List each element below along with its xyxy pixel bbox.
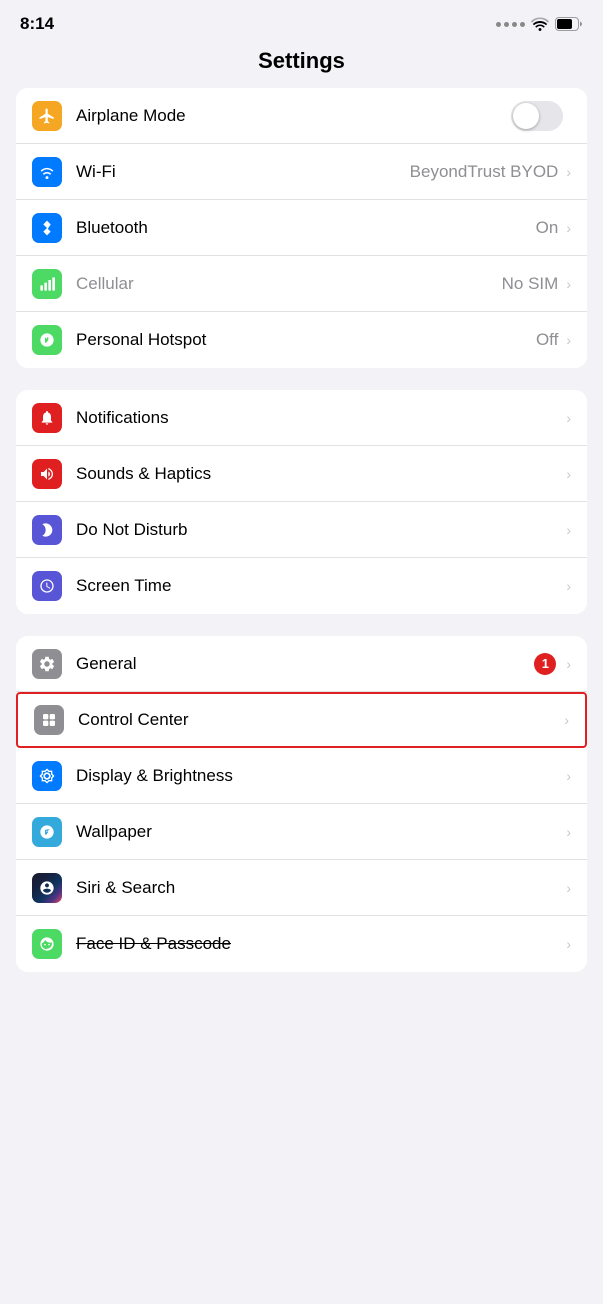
do-not-disturb-label: Do Not Disturb <box>76 520 564 540</box>
notifications-label: Notifications <box>76 408 564 428</box>
sounds-haptics-label: Sounds & Haptics <box>76 464 564 484</box>
control-center-icon <box>34 705 64 735</box>
display-brightness-label: Display & Brightness <box>76 766 564 786</box>
status-icons <box>496 17 583 31</box>
bluetooth-icon <box>32 213 62 243</box>
moon-icon <box>32 515 62 545</box>
airplane-mode-icon <box>32 101 62 131</box>
cellular-label: Cellular <box>76 274 502 294</box>
sidebar-item-bluetooth[interactable]: Bluetooth On › <box>16 200 587 256</box>
wallpaper-label: Wallpaper <box>76 822 564 842</box>
sidebar-item-face-id[interactable]: Face ID & Passcode › <box>16 916 587 972</box>
screentime-icon <box>32 571 62 601</box>
airplane-mode-toggle[interactable] <box>511 101 563 131</box>
sounds-icon <box>32 459 62 489</box>
sidebar-item-airplane-mode[interactable]: Airplane Mode <box>16 88 587 144</box>
sounds-haptics-chevron: › <box>566 466 571 482</box>
control-center-chevron: › <box>564 712 569 728</box>
settings-groups: Airplane Mode Wi-Fi BeyondTrust BYOD › <box>0 88 603 972</box>
sidebar-item-display-brightness[interactable]: Display & Brightness › <box>16 748 587 804</box>
battery-icon <box>555 17 583 31</box>
screen-time-label: Screen Time <box>76 576 564 596</box>
cellular-value: No SIM <box>502 274 559 294</box>
display-icon <box>32 761 62 791</box>
display-brightness-chevron: › <box>566 768 571 784</box>
cellular-icon <box>32 269 62 299</box>
bluetooth-value: On <box>536 218 559 238</box>
wifi-label: Wi-Fi <box>76 162 410 182</box>
siri-icon <box>32 873 62 903</box>
wifi-value: BeyondTrust BYOD <box>410 162 559 182</box>
siri-search-chevron: › <box>566 880 571 896</box>
sidebar-item-siri-search[interactable]: Siri & Search › <box>16 860 587 916</box>
sidebar-item-wallpaper[interactable]: Wallpaper › <box>16 804 587 860</box>
general-chevron: › <box>566 656 571 672</box>
wifi-status-icon <box>531 17 549 31</box>
notifications-chevron: › <box>566 410 571 426</box>
sidebar-item-sounds-haptics[interactable]: Sounds & Haptics › <box>16 446 587 502</box>
sidebar-item-cellular[interactable]: Cellular No SIM › <box>16 256 587 312</box>
personal-hotspot-value: Off <box>536 330 558 350</box>
bluetooth-chevron: › <box>566 220 571 236</box>
general-label: General <box>76 654 534 674</box>
sidebar-item-notifications[interactable]: Notifications › <box>16 390 587 446</box>
siri-search-label: Siri & Search <box>76 878 564 898</box>
faceid-icon <box>32 929 62 959</box>
notifications-group: Notifications › Sounds & Haptics › Do No… <box>16 390 587 614</box>
status-bar: 8:14 <box>0 0 603 40</box>
page-title-bar: Settings <box>0 40 603 88</box>
personal-hotspot-chevron: › <box>566 332 571 348</box>
sidebar-item-personal-hotspot[interactable]: Personal Hotspot Off › <box>16 312 587 368</box>
screen-time-chevron: › <box>566 578 571 594</box>
page-title: Settings <box>0 48 603 74</box>
sidebar-item-control-center[interactable]: Control Center › <box>16 692 587 748</box>
sidebar-item-do-not-disturb[interactable]: Do Not Disturb › <box>16 502 587 558</box>
sidebar-item-wifi[interactable]: Wi-Fi BeyondTrust BYOD › <box>16 144 587 200</box>
sidebar-item-general[interactable]: General 1 › <box>16 636 587 692</box>
personal-hotspot-label: Personal Hotspot <box>76 330 536 350</box>
airplane-mode-label: Airplane Mode <box>76 106 511 126</box>
face-id-label: Face ID & Passcode <box>76 934 564 954</box>
signal-dots-icon <box>496 22 525 27</box>
wifi-chevron: › <box>566 164 571 180</box>
wifi-icon <box>32 157 62 187</box>
gear-icon <box>32 649 62 679</box>
network-group: Airplane Mode Wi-Fi BeyondTrust BYOD › <box>16 88 587 368</box>
do-not-disturb-chevron: › <box>566 522 571 538</box>
general-badge: 1 <box>534 653 556 675</box>
notifications-icon <box>32 403 62 433</box>
status-time: 8:14 <box>20 14 54 34</box>
face-id-chevron: › <box>566 936 571 952</box>
wallpaper-icon <box>32 817 62 847</box>
sidebar-item-screen-time[interactable]: Screen Time › <box>16 558 587 614</box>
system-group: General 1 › Control Center › <box>16 636 587 972</box>
control-center-label: Control Center <box>78 710 562 730</box>
cellular-chevron: › <box>566 276 571 292</box>
wallpaper-chevron: › <box>566 824 571 840</box>
bluetooth-label: Bluetooth <box>76 218 536 238</box>
hotspot-icon <box>32 325 62 355</box>
